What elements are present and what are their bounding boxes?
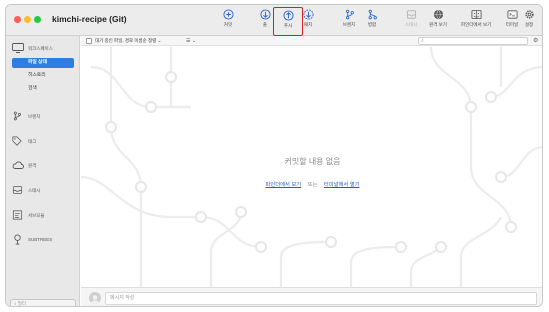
gear-icon[interactable]: ⚙	[533, 37, 538, 44]
user-icon	[90, 295, 100, 304]
sidebar-item-history[interactable]: 히스토리	[12, 71, 74, 81]
app-window: kimchi-recipe (Git) 커밋 풀 푸시 패치 브랜치 병합 스태…	[5, 4, 543, 307]
search-icon: ⌕	[421, 38, 424, 44]
finder-button[interactable]: 파인더에서 보기	[461, 9, 491, 34]
sidebar-item-search[interactable]: 검색	[12, 84, 74, 94]
gear-icon	[524, 10, 534, 19]
cloud-icon	[12, 161, 24, 169]
merge-label: 병합	[367, 22, 377, 27]
or-separator: 또는	[307, 182, 318, 188]
file-search-input[interactable]: ⌕	[418, 37, 528, 45]
select-all-checkbox[interactable]	[86, 38, 92, 44]
submodule-icon	[12, 210, 23, 220]
sidebar-filter-input[interactable]: ⌕ 필터	[10, 299, 76, 306]
background-branch-art	[81, 47, 542, 287]
window-title: kimchi-recipe (Git)	[52, 14, 127, 24]
monitor-icon	[12, 43, 24, 53]
fetch-label: 패치	[303, 22, 313, 27]
sidebar-section-label: 원격	[28, 163, 37, 168]
finder-icon	[471, 9, 481, 20]
globe-icon	[433, 9, 443, 20]
list-view-icon[interactable]: ☰ ⌄	[186, 38, 196, 44]
sidebar-workspace-header: 워크스페이스	[12, 43, 78, 55]
sidebar-item-remotes[interactable]: 원격	[12, 160, 78, 172]
stash-label: 스태시	[404, 22, 418, 27]
stash-icon	[406, 10, 416, 19]
branch-icon	[345, 9, 354, 20]
open-in-finder-link[interactable]: 파인더에서 보기	[266, 182, 302, 188]
commit-button[interactable]: 커밋	[213, 9, 243, 34]
push-icon	[282, 10, 294, 21]
commit-icon	[222, 9, 234, 20]
fetch-icon	[302, 9, 314, 20]
commit-bar: 메시지 작성	[81, 287, 542, 306]
sidebar-item-file-status[interactable]: 파일 상태	[12, 58, 74, 68]
remote-button[interactable]: 원격 보기	[423, 9, 453, 34]
sidebar-section-label: 스태시	[28, 188, 41, 193]
sidebar-filter-placeholder: 필터	[17, 301, 27, 306]
stash-icon	[12, 186, 23, 194]
sidebar-item-branches[interactable]: 브랜치	[12, 111, 78, 123]
search-icon: ⌕	[14, 301, 17, 306]
sidebar-item-submodules[interactable]: 서브모듈	[12, 210, 78, 222]
tag-icon	[12, 136, 22, 146]
minimize-window-button[interactable]	[24, 16, 31, 23]
commit-label: 커밋	[223, 22, 233, 27]
stash-button[interactable]: 스태시	[396, 9, 426, 34]
file-sort-dropdown[interactable]: 대기 중인 파일, 경로 이름순 정렬 ⌄	[95, 38, 161, 44]
avatar	[89, 292, 101, 304]
sidebar: 워크스페이스 파일 상태 히스토리 검색 브랜치 태그 원격 스태시 서브모듈 …	[6, 36, 80, 306]
sidebar-section-label: SUBTREES	[28, 237, 53, 242]
fetch-button[interactable]: 패치	[293, 9, 323, 34]
toolbar: kimchi-recipe (Git) 커밋 풀 푸시 패치 브랜치 병합 스태…	[6, 5, 542, 36]
merge-icon	[368, 9, 377, 20]
workspace-label: 워크스페이스	[28, 46, 53, 51]
subtree-icon	[14, 234, 21, 245]
remote-label: 원격 보기	[429, 22, 447, 27]
pull-icon	[259, 9, 271, 20]
sidebar-section-label: 태그	[28, 139, 37, 144]
branch-icon	[13, 111, 21, 121]
sidebar-section-label: 서브모듈	[28, 213, 45, 218]
sidebar-item-stashes[interactable]: 스태시	[12, 185, 78, 197]
merge-button[interactable]: 병합	[357, 9, 387, 34]
sidebar-item-subtrees[interactable]: SUBTREES	[12, 234, 78, 246]
commit-message-input[interactable]: 메시지 작성	[105, 292, 537, 305]
zoom-window-button[interactable]	[34, 16, 41, 23]
sidebar-item-tags[interactable]: 태그	[12, 136, 78, 148]
empty-state-message: 커밋할 내용 없음	[284, 157, 341, 166]
settings-button[interactable]: 설정	[514, 9, 542, 34]
file-filter-bar: 대기 중인 파일, 경로 이름순 정렬 ⌄ ☰ ⌄ ⌕ ⚙	[81, 36, 542, 46]
empty-state-actions: 파인더에서 보기 또는 터미널에서 열기	[81, 180, 542, 188]
settings-label: 설정	[524, 22, 534, 27]
sidebar-section-label: 브랜치	[28, 114, 41, 119]
close-window-button[interactable]	[14, 16, 21, 23]
open-in-terminal-link[interactable]: 터미널에서 열기	[324, 182, 360, 188]
main-content: 커밋할 내용 없음 파인더에서 보기 또는 터미널에서 열기	[81, 47, 542, 287]
finder-label: 파인더에서 보기	[461, 22, 492, 27]
